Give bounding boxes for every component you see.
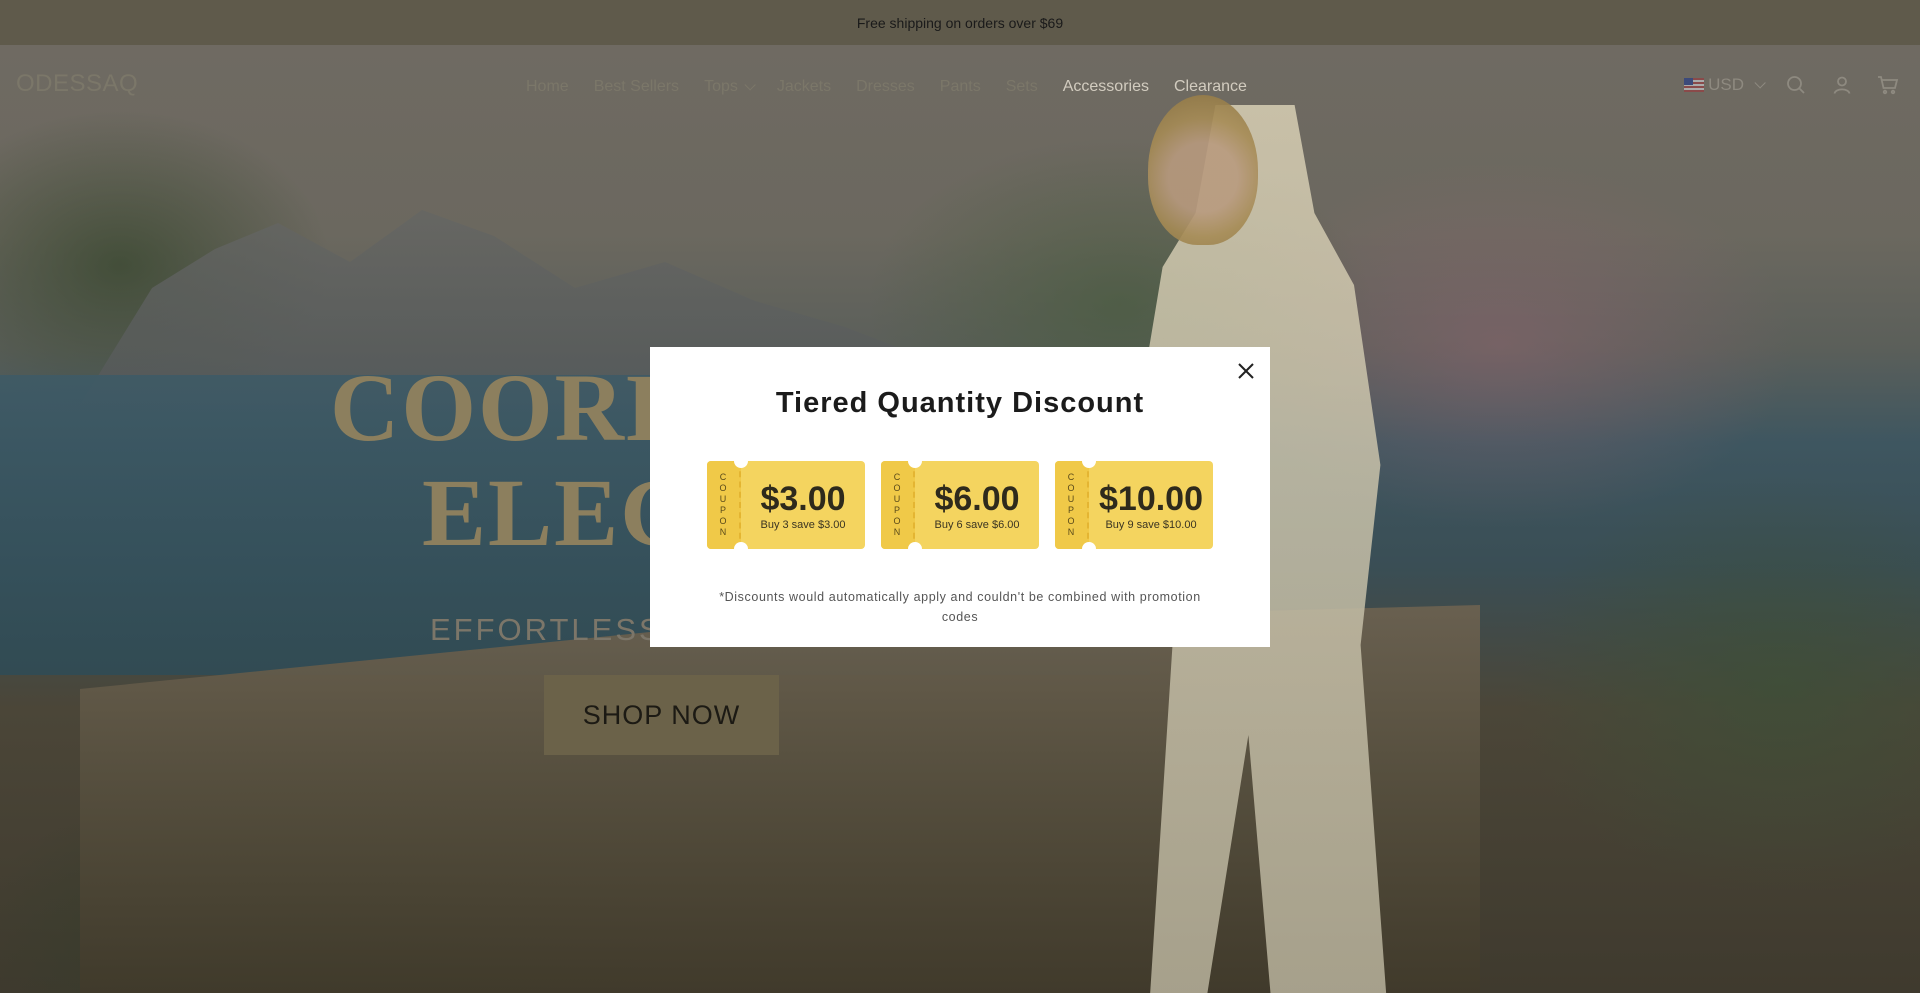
coupon-stub: COUPON [707,461,741,549]
nav-item-best-sellers[interactable]: Best Sellers [594,78,679,96]
nav-item-jackets[interactable]: Jackets [777,78,831,96]
logo[interactable]: ODESSAQ [16,70,138,98]
announcement-bar: Free shipping on orders over $69 [0,0,1920,45]
modal-title: Tiered Quantity Discount [775,387,1145,419]
coupon-stub-label: COUPON [719,472,727,537]
nav-item-tops[interactable]: Tops [704,78,756,96]
hero-title-line1: COORD [330,354,698,461]
nav-item-accessories[interactable]: Accessories [1063,78,1149,96]
coupon-amount: $6.00 [934,479,1020,518]
hero-title: COORD ELEG [330,355,697,565]
coupon-list: COUPON $3.00 Buy 3 save $3.00 COUPON $6.… [707,461,1213,549]
nav-label: Pants [939,78,981,95]
coupon-description: Buy 3 save $3.00 [760,518,846,531]
coupon-card: COUPON $3.00 Buy 3 save $3.00 [707,461,865,549]
us-flag-icon [1684,78,1705,92]
coupon-amount: $3.00 [760,479,846,518]
coupon-stub: COUPON [881,461,915,549]
currency-selector[interactable]: USD [1684,75,1766,95]
coupon-stub: COUPON [1055,461,1089,549]
shop-now-button[interactable]: SHOP NOW [544,675,779,755]
nav-label: Dresses [856,78,915,95]
cart-icon[interactable] [1876,73,1900,97]
nav-label: Tops [704,78,738,95]
nav-item-clearance[interactable]: Clearance [1174,78,1247,96]
coupon-card: COUPON $10.00 Buy 9 save $10.00 [1055,461,1213,549]
nav-label: Accessories [1062,78,1149,95]
coupon-body: $3.00 Buy 3 save $3.00 [741,461,865,549]
nav-label: Home [526,78,569,95]
nav-label: Clearance [1173,78,1247,95]
nav-item-dresses[interactable]: Dresses [856,78,915,96]
nav-label: Sets [1005,78,1038,95]
nav-label: Best Sellers [593,78,680,95]
nav-item-home[interactable]: Home [526,78,569,96]
search-icon[interactable] [1784,73,1808,97]
nav-item-sets[interactable]: Sets [1006,78,1038,96]
nav-item-pants[interactable]: Pants [940,78,981,96]
discount-modal: Tiered Quantity Discount COUPON $3.00 Bu… [650,347,1270,647]
hero-title-line2: ELEG [422,459,697,566]
coupon-description: Buy 9 save $10.00 [1105,518,1197,531]
coupon-stub-label: COUPON [893,472,901,537]
announcement-text: Free shipping on orders over $69 [856,14,1064,31]
coupon-description: Buy 6 save $6.00 [934,518,1020,531]
coupon-card: COUPON $6.00 Buy 6 save $6.00 [881,461,1039,549]
site-header: ODESSAQ Home Best Sellers Tops Jackets D… [0,45,1920,125]
nav-label: Jackets [776,78,832,95]
account-icon[interactable] [1830,73,1854,97]
coupon-body: $10.00 Buy 9 save $10.00 [1089,461,1213,549]
close-icon[interactable] [1234,359,1258,383]
coupon-stub-label: COUPON [1067,472,1075,537]
currency-label: USD [1708,75,1744,94]
discount-note: *Discounts would automatically apply and… [719,590,1201,624]
coupon-amount: $10.00 [1099,479,1203,518]
chevron-down-icon [744,79,756,91]
main-nav: Home Best Sellers Tops Jackets Dresses P… [526,78,1272,96]
chevron-down-icon [1754,77,1766,89]
coupon-body: $6.00 Buy 6 save $6.00 [915,461,1039,549]
header-actions: USD [1684,73,1900,97]
